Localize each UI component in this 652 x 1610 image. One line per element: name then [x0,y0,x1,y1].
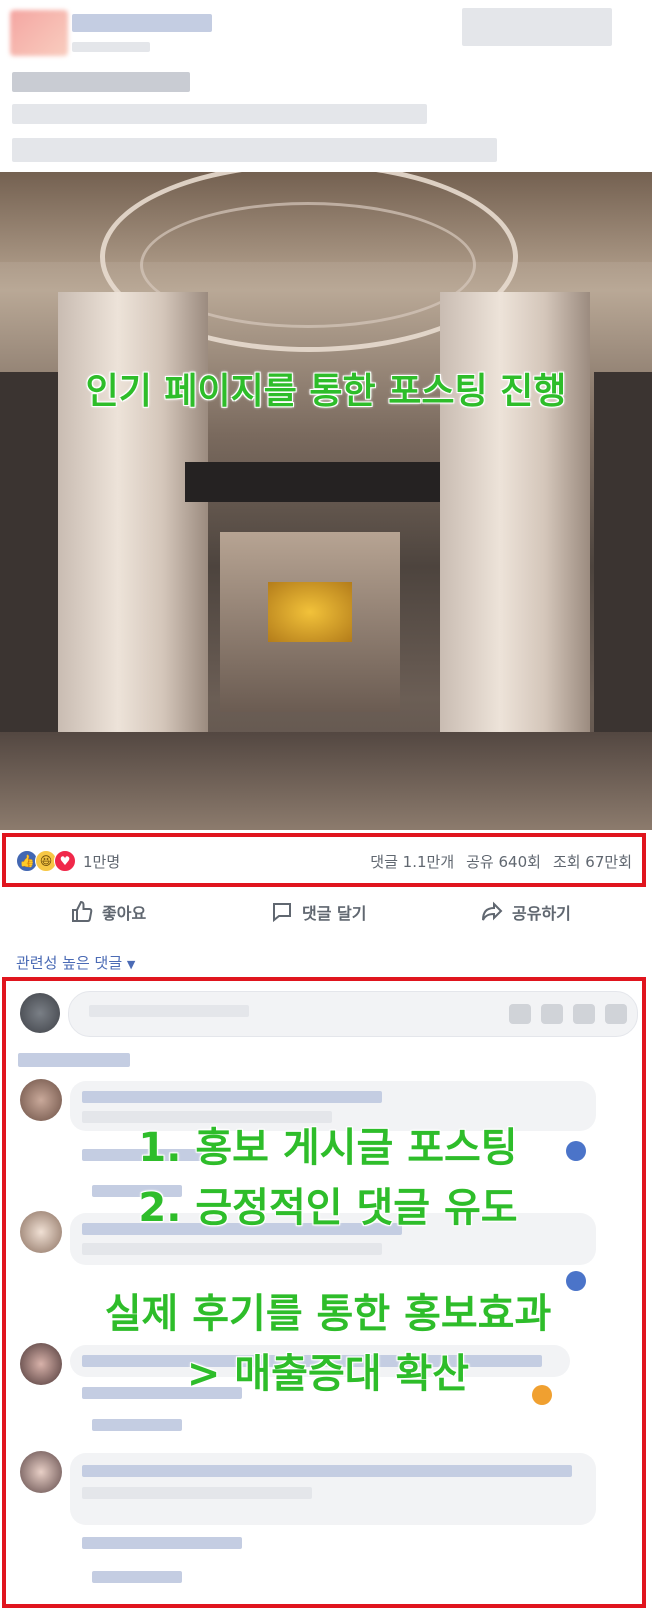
image-overlay-title: 인기 페이지를 통한 포스팅 진행 [85,371,567,412]
post-text-line-blurred [12,138,497,162]
comment-text-blurred [82,1487,312,1499]
post-menu-blurred[interactable] [462,8,612,46]
comment-bubble [70,1453,596,1525]
engagement-counts: 댓글 1.1만개 공유 640회 조회 67만회 [370,851,632,872]
image-banner [185,462,440,502]
overlay-step-2: 2. 긍정적인 댓글 유도 [138,1185,518,1231]
comment-button[interactable]: 댓글 달기 [270,898,366,926]
view-previous-comments-blurred[interactable] [18,1053,130,1067]
share-count[interactable]: 공유 640회 [466,851,541,872]
comment-placeholder-blurred [89,1005,249,1017]
share-label: 공유하기 [512,904,571,923]
comment-count[interactable]: 댓글 1.1만개 [370,851,454,872]
post-stats-highlight: 👍 😆 ♥ 1만명 댓글 1.1만개 공유 640회 조회 67만회 [2,833,646,887]
like-button[interactable]: 좋아요 [70,898,146,926]
speech-bubble-icon [273,903,291,923]
share-arrow-icon [482,901,503,921]
page-name-blurred[interactable] [72,14,212,32]
overlay-result: > 매출증대 확산 [186,1351,470,1397]
caret-down-icon: ▼ [126,958,136,971]
page-avatar[interactable] [10,10,68,56]
post-text-line-blurred [12,72,190,92]
image-gold-object [268,582,352,642]
user-avatar [20,993,60,1033]
like-label: 좋아요 [102,904,147,923]
comment-input-icons [509,1004,627,1024]
overlay-effect: 실제 후기를 통한 홍보효과 [104,1291,552,1337]
sort-label: 관련성 높은 댓글 [16,954,123,972]
reactions-summary[interactable]: 👍 😆 ♥ 1만명 [16,850,120,872]
comment-input[interactable] [68,991,638,1037]
reaction-count[interactable]: 1만명 [83,851,120,872]
image-floor [0,732,652,830]
post-text-line-blurred [12,104,427,124]
post-image[interactable]: 인기 페이지를 통한 포스팅 진행 [0,172,652,830]
gif-icon[interactable] [573,1004,595,1024]
comment-meta-blurred[interactable] [82,1537,242,1549]
comments-highlight: 1. 홍보 게시글 포스팅 2. 긍정적인 댓글 유도 실제 후기를 통한 홍보… [2,977,646,1608]
post-header [0,0,652,172]
reply-link-blurred[interactable] [92,1571,182,1583]
comment-text-blurred [82,1091,382,1103]
commenter-avatar[interactable] [20,1451,62,1493]
camera-icon[interactable] [541,1004,563,1024]
thumbs-up-icon [72,900,93,922]
love-icon: ♥ [54,850,76,872]
reply-link-blurred[interactable] [92,1419,182,1431]
view-count: 조회 67만회 [552,853,632,871]
comment-text-blurred [82,1465,572,1477]
emoji-icon[interactable] [509,1004,531,1024]
sticker-icon[interactable] [605,1004,627,1024]
comment-label: 댓글 달기 [302,904,367,923]
post-actions: 좋아요 댓글 달기 공유하기 [0,892,652,932]
overlay-step-1: 1. 홍보 게시글 포스팅 [138,1125,518,1171]
post-timestamp-blurred [72,42,150,52]
share-button[interactable]: 공유하기 [480,898,571,926]
comment-text-blurred [82,1243,382,1255]
comment-sort-dropdown[interactable]: 관련성 높은 댓글 ▼ [16,952,135,973]
